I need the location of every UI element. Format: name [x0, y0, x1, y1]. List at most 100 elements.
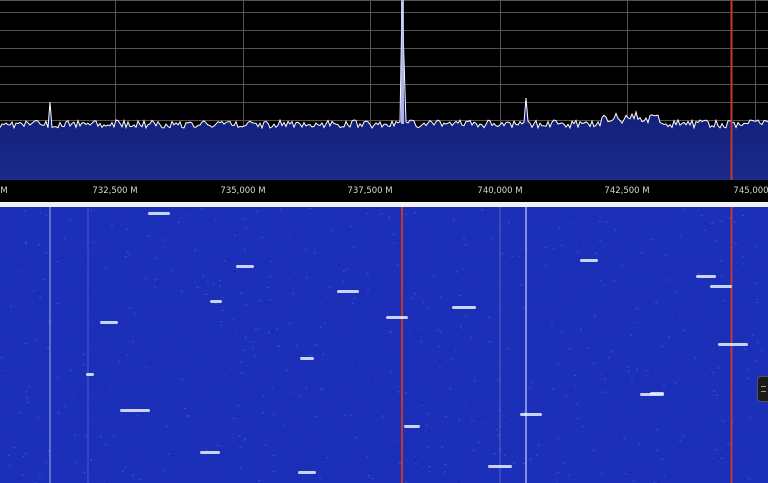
waterfall-speckle [444, 416, 447, 418]
waterfall-speckle [228, 360, 231, 362]
waterfall-speckle [135, 338, 138, 340]
waterfall-speckle [598, 221, 601, 223]
waterfall-speckle [324, 308, 327, 310]
waterfall-speckle [129, 322, 132, 324]
waterfall-speckle [568, 348, 571, 350]
waterfall-speckle [534, 277, 536, 278]
waterfall-speckle [125, 256, 127, 258]
waterfall-speckle [625, 337, 628, 339]
waterfall-speckle [605, 221, 608, 223]
waterfall-speckle [655, 450, 658, 451]
waterfall-speckle [191, 279, 194, 281]
waterfall-speckle [20, 440, 23, 442]
waterfall-speckle [511, 255, 513, 257]
waterfall-speckle [224, 328, 226, 330]
waterfall-speckle [577, 233, 580, 235]
waterfall-speckle [551, 305, 554, 307]
waterfall-speckle [409, 243, 412, 245]
waterfall-speckle [507, 221, 510, 223]
waterfall-speckle [552, 388, 555, 390]
waterfall-speckle [47, 312, 50, 314]
waterfall-speckle [259, 471, 261, 472]
waterfall-speckle [668, 336, 671, 338]
waterfall-speckle [353, 297, 356, 299]
waterfall-speckle [275, 477, 278, 479]
waterfall-speckle [85, 435, 88, 437]
waterfall-speckle [375, 339, 378, 341]
waterfall-speckle [631, 347, 634, 349]
waterfall-speckle [531, 468, 534, 470]
waterfall-speckle [140, 306, 142, 308]
waterfall-speckle [497, 379, 500, 380]
waterfall-speckle [432, 373, 435, 375]
waterfall-speckle [604, 283, 607, 285]
waterfall-speckle [759, 411, 762, 413]
waterfall-display[interactable] [0, 207, 768, 483]
waterfall-speckle [444, 464, 447, 465]
waterfall-speckle [529, 387, 532, 389]
waterfall-speckle [7, 351, 10, 353]
waterfall-speckle [648, 299, 651, 301]
waterfall-speckle [476, 408, 479, 410]
waterfall-speckle [590, 341, 593, 343]
waterfall-speckle [56, 377, 59, 379]
waterfall-speckle [443, 471, 446, 473]
waterfall-plot[interactable] [0, 207, 768, 483]
waterfall-speckle [68, 219, 71, 221]
waterfall-speckle [154, 373, 157, 375]
waterfall-speckle [563, 295, 566, 297]
waterfall-speckle [715, 449, 718, 450]
waterfall-speckle [719, 242, 722, 244]
waterfall-speckle [452, 215, 455, 217]
waterfall-speckle [405, 213, 408, 215]
waterfall-speckle [160, 354, 163, 356]
waterfall-speckle [440, 404, 443, 406]
waterfall-speckle [258, 300, 261, 302]
waterfall-speckle [503, 415, 506, 417]
waterfall-speckle [110, 242, 113, 244]
waterfall-speckle [92, 313, 95, 315]
waterfall-speckle [554, 473, 557, 475]
waterfall-speckle [628, 428, 631, 430]
waterfall-speckle [425, 461, 427, 463]
waterfall-speckle [739, 382, 742, 384]
waterfall-speckle [387, 264, 390, 266]
waterfall-speckle [428, 471, 431, 472]
waterfall-speckle [512, 422, 515, 424]
waterfall-speckle [430, 261, 433, 263]
waterfall-speckle [509, 342, 512, 344]
spectrum-plot[interactable] [0, 0, 768, 180]
waterfall-speckle [319, 297, 322, 299]
waterfall-speckle [241, 378, 244, 379]
waterfall-speckle [433, 459, 436, 461]
spectrum-display[interactable] [0, 0, 768, 180]
waterfall-speckle [439, 362, 441, 364]
waterfall-speckle [416, 477, 419, 479]
waterfall-speckle [447, 240, 450, 242]
waterfall-speckle [24, 453, 27, 455]
waterfall-speckle [165, 287, 167, 289]
waterfall-speckle [685, 285, 688, 287]
waterfall-speckle [276, 328, 279, 330]
signal-burst [100, 321, 118, 324]
waterfall-speckle [81, 268, 84, 270]
waterfall-speckle [275, 431, 278, 433]
waterfall-speckle [470, 337, 473, 339]
waterfall-speckle [350, 264, 353, 266]
waterfall-speckle [665, 279, 668, 281]
waterfall-speckle [39, 297, 42, 299]
waterfall-speckle [350, 318, 353, 320]
waterfall-speckle [367, 274, 370, 276]
waterfall-speckle [16, 292, 18, 294]
waterfall-speckle [313, 432, 316, 434]
waterfall-speckle [158, 311, 161, 313]
waterfall-speckle [89, 460, 92, 461]
waterfall-speckle [491, 401, 494, 402]
drag-handle-icon[interactable] [757, 376, 768, 402]
waterfall-speckle [708, 264, 711, 266]
waterfall-speckle [481, 452, 484, 454]
waterfall-speckle [301, 239, 304, 241]
waterfall-speckle [457, 419, 460, 421]
waterfall-speckle [22, 264, 25, 266]
waterfall-speckle [489, 453, 492, 454]
